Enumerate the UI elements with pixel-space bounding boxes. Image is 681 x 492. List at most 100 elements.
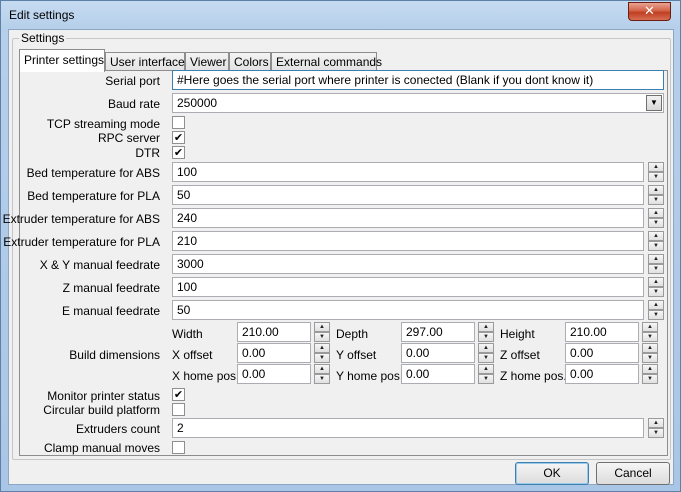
spin-down-icon[interactable]: ▼: [478, 374, 494, 384]
spin-down-icon[interactable]: ▼: [648, 195, 664, 205]
check-icon: ✔: [173, 131, 184, 144]
spin-down-icon[interactable]: ▼: [648, 172, 664, 182]
z-home-input[interactable]: 0.00: [565, 364, 639, 384]
bed-abs-input[interactable]: 100: [172, 162, 644, 182]
z-offset-label: Z offset: [500, 348, 540, 362]
e-feedrate-input[interactable]: 50: [172, 300, 644, 320]
spin-up-icon[interactable]: ▲: [478, 364, 494, 374]
y-home-input[interactable]: 0.00: [401, 364, 475, 384]
xy-feedrate-label: X & Y manual feedrate: [39, 258, 160, 272]
tab-printer-settings[interactable]: Printer settings: [19, 49, 105, 72]
x-home-input[interactable]: 0.00: [237, 364, 311, 384]
dtr-label: DTR: [135, 146, 160, 160]
bed-pla-spinner[interactable]: ▲ ▼: [648, 185, 664, 205]
circular-platform-checkbox[interactable]: [172, 403, 185, 416]
ext-pla-label: Extruder temperature for PLA: [3, 235, 160, 249]
height-input[interactable]: 210.00: [565, 322, 639, 342]
spin-down-icon[interactable]: ▼: [478, 332, 494, 342]
spin-up-icon[interactable]: ▲: [314, 343, 330, 353]
spin-down-icon[interactable]: ▼: [314, 353, 330, 363]
spin-up-icon[interactable]: ▲: [642, 322, 658, 332]
height-spinner[interactable]: ▲ ▼: [642, 322, 658, 342]
clamp-moves-checkbox[interactable]: [172, 441, 185, 454]
z-offset-input[interactable]: 0.00: [565, 343, 639, 363]
ok-button[interactable]: OK: [515, 462, 589, 485]
tab-label: User interface: [110, 55, 185, 69]
ext-abs-spinner[interactable]: ▲ ▼: [648, 208, 664, 228]
x-home-spinner[interactable]: ▲ ▼: [314, 364, 330, 384]
spin-up-icon[interactable]: ▲: [478, 343, 494, 353]
e-feedrate-spinner[interactable]: ▲ ▼: [648, 300, 664, 320]
z-home-spinner[interactable]: ▲ ▼: [642, 364, 658, 384]
spin-down-icon[interactable]: ▼: [648, 428, 664, 438]
rpc-server-checkbox[interactable]: ✔: [172, 131, 185, 144]
spin-down-icon[interactable]: ▼: [648, 287, 664, 297]
monitor-status-checkbox[interactable]: ✔: [172, 388, 185, 401]
spin-up-icon[interactable]: ▲: [314, 364, 330, 374]
y-offset-spinner[interactable]: ▲ ▼: [478, 343, 494, 363]
e-feedrate-label: E manual feedrate: [61, 304, 160, 318]
spin-up-icon[interactable]: ▲: [648, 231, 664, 241]
dtr-checkbox[interactable]: ✔: [172, 146, 185, 159]
spin-down-icon[interactable]: ▼: [642, 374, 658, 384]
width-input[interactable]: 210.00: [237, 322, 311, 342]
spin-down-icon[interactable]: ▼: [478, 353, 494, 363]
spin-down-icon[interactable]: ▼: [642, 353, 658, 363]
y-home-spinner[interactable]: ▲ ▼: [478, 364, 494, 384]
y-offset-input[interactable]: 0.00: [401, 343, 475, 363]
spin-up-icon[interactable]: ▲: [648, 185, 664, 195]
ext-pla-spinner[interactable]: ▲ ▼: [648, 231, 664, 251]
extruders-count-spinner[interactable]: ▲ ▼: [648, 418, 664, 438]
z-feedrate-spinner[interactable]: ▲ ▼: [648, 277, 664, 297]
z-offset-spinner[interactable]: ▲ ▼: [642, 343, 658, 363]
check-icon: ✔: [173, 388, 184, 401]
xy-feedrate-spinner[interactable]: ▲ ▼: [648, 254, 664, 274]
bed-pla-input[interactable]: 50: [172, 185, 644, 205]
spin-down-icon[interactable]: ▼: [642, 332, 658, 342]
spin-up-icon[interactable]: ▲: [648, 418, 664, 428]
spin-up-icon[interactable]: ▲: [642, 343, 658, 353]
tab-user-interface[interactable]: User interface: [105, 52, 185, 71]
spin-up-icon[interactable]: ▲: [478, 322, 494, 332]
window-title: Edit settings: [9, 8, 75, 22]
spin-down-icon[interactable]: ▼: [648, 264, 664, 274]
spin-up-icon[interactable]: ▲: [648, 208, 664, 218]
depth-spinner[interactable]: ▲ ▼: [478, 322, 494, 342]
spin-down-icon[interactable]: ▼: [648, 241, 664, 251]
baud-rate-select[interactable]: 250000 ▼: [172, 93, 664, 113]
y-home-label: Y home pos.: [336, 369, 404, 383]
z-feedrate-label: Z manual feedrate: [62, 281, 160, 295]
spin-up-icon[interactable]: ▲: [648, 254, 664, 264]
tab-label: External commands: [276, 55, 383, 69]
spin-up-icon[interactable]: ▲: [648, 300, 664, 310]
x-offset-spinner[interactable]: ▲ ▼: [314, 343, 330, 363]
close-button[interactable]: ✕: [628, 2, 671, 21]
tab-viewer[interactable]: Viewer: [185, 52, 229, 71]
spin-down-icon[interactable]: ▼: [648, 310, 664, 320]
spin-up-icon[interactable]: ▲: [648, 162, 664, 172]
serial-port-input[interactable]: #Here goes the serial port where printer…: [172, 70, 664, 90]
width-spinner[interactable]: ▲ ▼: [314, 322, 330, 342]
check-icon: ✔: [173, 146, 184, 159]
tab-colors[interactable]: Colors: [229, 52, 271, 71]
z-feedrate-input[interactable]: 100: [172, 277, 644, 297]
chevron-down-icon[interactable]: ▼: [646, 95, 662, 111]
tcp-streaming-checkbox[interactable]: [172, 116, 185, 129]
tab-external-commands[interactable]: External commands: [271, 52, 382, 71]
cancel-button[interactable]: Cancel: [596, 462, 670, 485]
spin-up-icon[interactable]: ▲: [314, 322, 330, 332]
ext-abs-input[interactable]: 240: [172, 208, 644, 228]
extruders-count-input[interactable]: 2: [172, 418, 644, 438]
spin-down-icon[interactable]: ▼: [648, 218, 664, 228]
spin-down-icon[interactable]: ▼: [314, 374, 330, 384]
xy-feedrate-input[interactable]: 3000: [172, 254, 644, 274]
spin-up-icon[interactable]: ▲: [648, 277, 664, 287]
x-offset-input[interactable]: 0.00: [237, 343, 311, 363]
title-bar[interactable]: Edit settings ✕: [1, 1, 680, 29]
spin-down-icon[interactable]: ▼: [314, 332, 330, 342]
clamp-moves-label: Clamp manual moves: [43, 441, 160, 455]
bed-abs-spinner[interactable]: ▲ ▼: [648, 162, 664, 182]
spin-up-icon[interactable]: ▲: [642, 364, 658, 374]
ext-pla-input[interactable]: 210: [172, 231, 644, 251]
depth-input[interactable]: 297.00: [401, 322, 475, 342]
